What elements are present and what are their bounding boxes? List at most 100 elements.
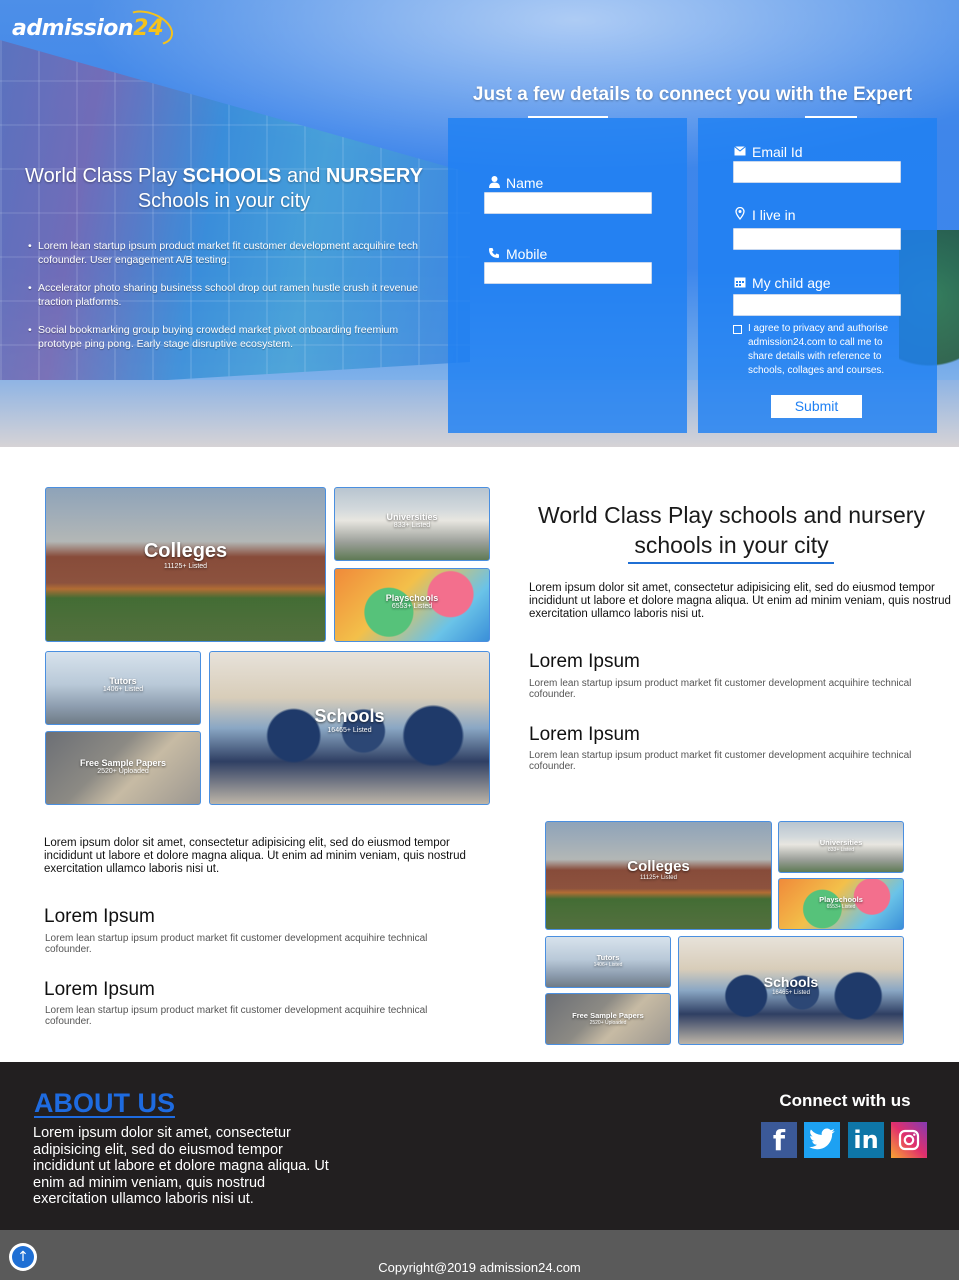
tile-count: 833+ Listed xyxy=(393,522,431,529)
tile-label: Schools 16465+ Listed xyxy=(679,974,903,996)
tile-title: Schools xyxy=(763,974,819,990)
connect-title: Connect with us xyxy=(779,1091,911,1110)
category-tile-tutors[interactable]: Tutors 1406+ Listed xyxy=(545,936,671,988)
about-title: ABOUT US xyxy=(34,1088,175,1118)
calendar-icon xyxy=(733,276,747,291)
section-item-text: Lorem lean startup ipsum product market … xyxy=(529,750,912,772)
tile-title: Schools xyxy=(314,706,385,726)
arrow-up-icon: ↑ xyxy=(12,1246,34,1268)
category-tile-sample-papers[interactable]: Free Sample Papers 2520+ Uploaded xyxy=(45,731,201,805)
tile-label: Free Sample Papers 2520+ Uploaded xyxy=(546,1011,670,1026)
tile-title: Free Sample Papers xyxy=(79,758,167,768)
agree-text: I agree to privacy and authorise admissi… xyxy=(748,323,889,376)
tile-label: Schools 16465+ Listed xyxy=(210,706,489,734)
tile-title: Tutors xyxy=(596,953,620,962)
category-tile-playschools[interactable]: Playschools 6553+ Listed xyxy=(778,878,904,930)
tile-count: 6553+ Listed xyxy=(826,904,856,910)
tile-label: Colleges 11125+ Listed xyxy=(46,540,325,570)
logo-text: admission xyxy=(12,15,134,41)
category-tile-schools[interactable]: Schools 16465+ Listed xyxy=(678,936,904,1045)
linkedin-icon[interactable]: in xyxy=(848,1122,884,1158)
city-label-text: I live in xyxy=(752,207,796,223)
location-icon xyxy=(733,206,747,223)
agree-checkbox[interactable] xyxy=(733,325,742,334)
section2-paragraph: Lorem ipsum dolor sit amet, consectetur … xyxy=(44,837,466,875)
mobile-field[interactable] xyxy=(484,262,652,284)
tile-count: 6553+ Listed xyxy=(391,603,433,610)
tile-title: Tutors xyxy=(109,676,137,686)
city-field[interactable] xyxy=(733,228,901,250)
tile-label: Tutors 1406+ Listed xyxy=(546,953,670,968)
tile-title: Playschools xyxy=(819,895,863,904)
tile-label: Free Sample Papers 2520+ Uploaded xyxy=(46,758,200,775)
tile-title: Colleges xyxy=(143,540,228,562)
hero-bullet: Social bookmarking group buying crowded … xyxy=(28,324,423,351)
tile-count: 2520+ Uploaded xyxy=(589,1020,627,1026)
section2-item-text: Lorem lean startup ipsum product market … xyxy=(45,1005,428,1027)
tile-count: 1406+ Listed xyxy=(102,686,144,693)
agree-consent: I agree to privacy and authorise admissi… xyxy=(733,322,903,378)
tile-title: Universities xyxy=(386,512,438,522)
scroll-to-top-button[interactable]: ↑ xyxy=(9,1243,37,1271)
hero-title: World Class Play SCHOOLS and NURSERY Sch… xyxy=(10,164,438,214)
age-label: My child age xyxy=(733,275,831,291)
category-tile-sample-papers[interactable]: Free Sample Papers 2520+ Uploaded xyxy=(545,993,671,1045)
twitter-icon[interactable] xyxy=(804,1122,840,1158)
tile-count: 16465+ Listed xyxy=(327,727,372,734)
section-title-underline xyxy=(628,562,834,564)
tile-label: Tutors 1406+ Listed xyxy=(46,676,200,693)
form-heading: Just a few details to connect you with t… xyxy=(472,84,913,105)
section2-item-text: Lorem lean startup ipsum product market … xyxy=(45,933,428,955)
name-label-text: Name xyxy=(506,175,544,191)
tile-count: 1406+ Listed xyxy=(593,962,623,968)
user-icon xyxy=(487,175,501,191)
hero-bullet-list: Lorem lean startup ipsum product market … xyxy=(28,240,423,366)
child-age-field[interactable] xyxy=(733,294,901,316)
tile-count: 2520+ Uploaded xyxy=(97,768,149,775)
submit-button[interactable]: Submit xyxy=(771,395,862,418)
tile-label: Universities 833+ Listed xyxy=(779,838,903,853)
section-title: World Class Play schools and nursery sch… xyxy=(538,502,925,558)
section-paragraph: Lorem ipsum dolor sit amet, consectetur … xyxy=(529,582,951,620)
hero-title-line2: Schools in your city xyxy=(137,190,311,212)
tile-count: 11125+ Listed xyxy=(163,563,208,570)
about-text: Lorem ipsum dolor sit amet, consectetur … xyxy=(33,1125,329,1208)
tile-title: Colleges xyxy=(627,858,690,875)
mobile-label: Mobile xyxy=(487,246,547,262)
section-item-heading: Lorem Ipsum xyxy=(529,651,640,672)
tile-label: Colleges 11125+ Listed xyxy=(546,858,771,881)
tile-count: 11125+ Listed xyxy=(640,875,677,881)
category-tile-colleges[interactable]: Colleges 11125+ Listed xyxy=(545,821,772,930)
tile-count: 833+ Listed xyxy=(828,847,854,853)
category-tile-playschools[interactable]: Playschools 6553+ Listed xyxy=(334,568,490,642)
tile-label: Playschools 6553+ Listed xyxy=(335,593,489,610)
name-field[interactable] xyxy=(484,192,652,214)
mail-icon xyxy=(733,145,747,159)
hero-title-mid: and xyxy=(281,165,326,187)
hero-title-schools: SCHOOLS xyxy=(182,165,282,187)
category-tile-universities[interactable]: Universities 833+ Listed xyxy=(778,821,904,873)
hero-title-nursery: NURSERY xyxy=(325,165,423,187)
section-item-heading: Lorem Ipsum xyxy=(529,724,640,745)
tile-count: 16465+ Listed xyxy=(772,990,810,996)
category-tile-schools[interactable]: Schools 16465+ Listed xyxy=(209,651,490,805)
facebook-icon[interactable]: f xyxy=(761,1122,797,1158)
mobile-label-text: Mobile xyxy=(506,246,548,262)
copyright-text: Copyright@2019 admission24.com xyxy=(378,1260,581,1275)
email-label-text: Email Id xyxy=(752,144,803,160)
category-tile-universities[interactable]: Universities 833+ Listed xyxy=(334,487,490,561)
section-item-text: Lorem lean startup ipsum product market … xyxy=(529,678,912,700)
email-field[interactable] xyxy=(733,161,901,183)
tile-title: Universities xyxy=(819,838,863,847)
instagram-icon[interactable] xyxy=(891,1122,927,1158)
category-tile-colleges[interactable]: Colleges 11125+ Listed xyxy=(45,487,326,642)
hero-title-prefix: World Class Play xyxy=(25,165,183,187)
age-label-text: My child age xyxy=(752,275,831,291)
email-label: Email Id xyxy=(733,144,803,160)
category-tile-tutors[interactable]: Tutors 1406+ Listed xyxy=(45,651,201,725)
tile-title: Free Sample Papers xyxy=(572,1011,644,1020)
tile-title: Playschools xyxy=(385,593,439,603)
hero-bullet: Lorem lean startup ipsum product market … xyxy=(28,240,423,267)
phone-icon xyxy=(487,247,501,262)
site-logo[interactable]: admission 24 xyxy=(12,4,178,52)
